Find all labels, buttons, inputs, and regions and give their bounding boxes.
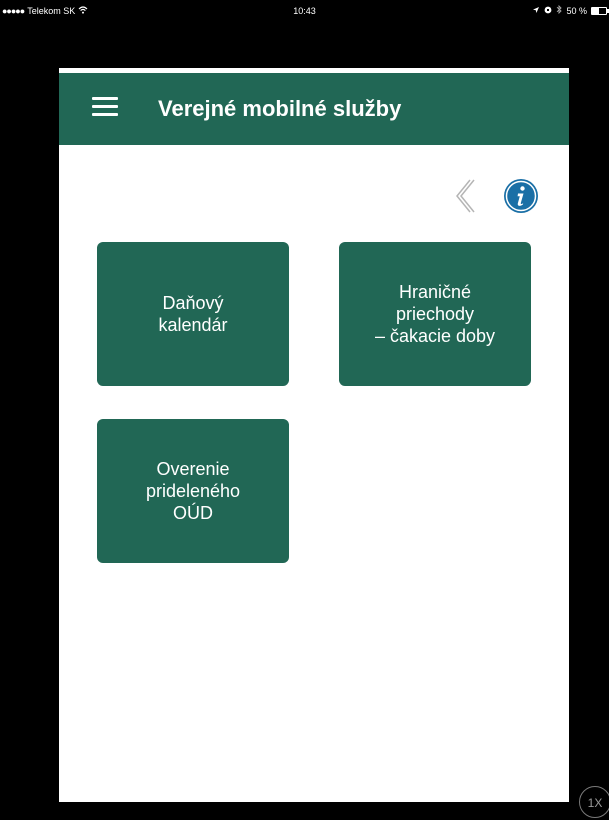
bluetooth-icon <box>556 0 563 22</box>
menu-bar <box>92 97 118 100</box>
status-bar: ●●●●● Telekom SK 10:43 50 % <box>0 0 609 22</box>
lock-rotation-icon <box>544 0 552 22</box>
page-title: Verejné mobilné služby <box>158 96 402 121</box>
menu-bar <box>92 105 118 108</box>
tile-oud-verification[interactable]: Overenie prideleného OÚD <box>97 419 289 563</box>
app-header: Verejné mobilné služby <box>59 73 569 145</box>
tile-border-crossings[interactable]: Hraničné priechody – čakacie doby <box>339 242 531 386</box>
location-arrow-icon <box>532 0 540 22</box>
status-time: 10:43 <box>293 6 316 16</box>
chevron-left-icon[interactable] <box>452 178 476 214</box>
device-screen: ●●●●● Telekom SK 10:43 50 % Verejné mobi… <box>0 0 609 820</box>
info-icon[interactable] <box>503 178 539 214</box>
hamburger-menu-icon[interactable] <box>92 97 118 121</box>
battery-icon <box>591 7 609 15</box>
zoom-badge[interactable]: 1X <box>579 786 609 818</box>
battery-level-fill <box>592 8 599 14</box>
status-right: 50 % <box>532 0 609 22</box>
battery-percent: 50 % <box>566 6 587 16</box>
app-window: Verejné mobilné služby Daňový kalendár H… <box>59 68 569 802</box>
tile-tax-calendar[interactable]: Daňový kalendár <box>97 242 289 386</box>
menu-bar <box>92 113 118 116</box>
